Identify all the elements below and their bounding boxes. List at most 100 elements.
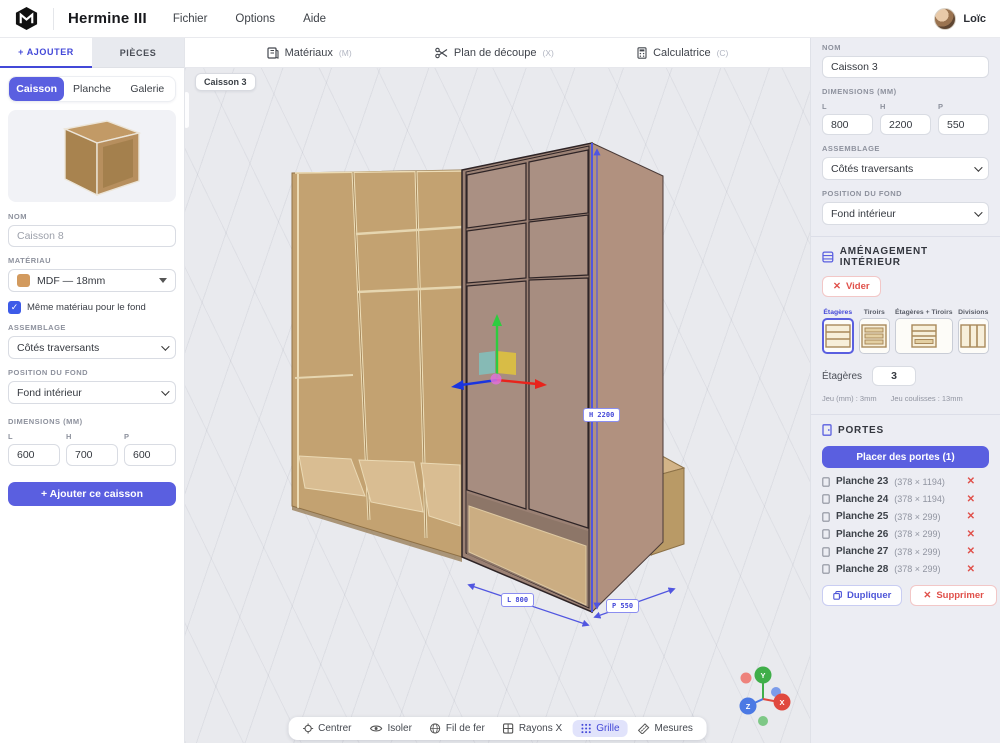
meme-materiau-checkbox[interactable]: ✓ [8, 301, 21, 314]
axes-gizmo[interactable]: Y Z X [740, 667, 791, 727]
segment-caisson[interactable]: Caisson [9, 77, 64, 101]
avatar[interactable] [934, 8, 956, 30]
calculatrice-button[interactable]: Calculatrice (C) [637, 47, 728, 59]
menu-options[interactable]: Options [235, 13, 275, 25]
caisson-preview-box [27, 113, 157, 199]
rp-assemblage-label: ASSEMBLAGE [822, 144, 989, 153]
jeu-coulisses-text: Jeu coulisses : 13mm [891, 394, 963, 403]
viewport-column: Matériaux (M) Plan de découpe (X) [185, 38, 810, 743]
dim-l-label: L [8, 432, 60, 441]
porte-list-item[interactable]: Planche 24 (378 × 1194) ✕ [822, 492, 989, 508]
dupliquer-button[interactable]: Dupliquer [822, 585, 902, 606]
rp-fond-label: POSITION DU FOND [822, 189, 989, 198]
isoler-label: Isoler [387, 723, 411, 734]
remove-porte-icon[interactable]: ✕ [967, 511, 989, 522]
layout-card-divisions[interactable]: Divisions [958, 309, 990, 354]
rp-assemblage-value: Côtés traversants [831, 163, 913, 175]
ajouter-caisson-button[interactable]: + Ajouter ce caisson [8, 482, 176, 506]
xray-grid-icon [503, 723, 514, 734]
remove-porte-icon[interactable]: ✕ [967, 546, 989, 557]
porte-list-item[interactable]: Planche 25 (378 × 299) ✕ [822, 509, 989, 525]
chevron-down-icon [161, 342, 169, 350]
app-title: Hermine III [68, 10, 147, 27]
caisson-3d-preview[interactable] [8, 110, 176, 202]
tab-ajouter[interactable]: + AJOUTER [0, 38, 92, 68]
grille-button[interactable]: Grille [572, 720, 627, 737]
remove-porte-icon[interactable]: ✕ [967, 476, 989, 487]
materiau-select[interactable]: MDF — 18mm [8, 269, 176, 292]
rp-assemblage-select[interactable]: Côtés traversants [822, 157, 989, 180]
porte-list-item[interactable]: Planche 27 (378 × 299) ✕ [822, 544, 989, 560]
nom-label: NOM [8, 212, 176, 221]
dim-pill-p: P 550 [606, 599, 639, 613]
menu-aide[interactable]: Aide [303, 13, 326, 25]
placer-portes-button[interactable]: Placer des portes (1) [822, 446, 989, 468]
right-sidebar: CAISSON NOM DIMENSIONS (MM) L H P ASSEMB… [810, 8, 1000, 743]
etageres-count-label: Étagères [822, 371, 862, 382]
mesures-label: Mesures [655, 723, 693, 734]
axis-y-label: Y [760, 671, 765, 680]
layout-card-etageres-tiroirs[interactable]: Étagères + Tiroirs [895, 309, 953, 354]
remove-porte-icon[interactable]: ✕ [967, 494, 989, 505]
meme-materiau-label: Même matériau pour le fond [27, 302, 146, 313]
materiaux-button[interactable]: Matériaux (M) [267, 47, 352, 59]
remove-porte-icon[interactable]: ✕ [967, 529, 989, 540]
remove-porte-icon[interactable]: ✕ [967, 564, 989, 575]
rp-dim-p-input[interactable] [938, 114, 989, 135]
position-fond-select[interactable]: Fond intérieur [8, 381, 176, 404]
rayons-x-button[interactable]: Rayons X [495, 720, 570, 737]
plan-decoupe-shortcut: (X) [543, 48, 554, 58]
dim-l-input[interactable] [8, 444, 60, 466]
divisions-icon [960, 324, 986, 348]
rp-dim-l-label: L [822, 102, 873, 111]
rp-dim-l-input[interactable] [822, 114, 873, 135]
vider-button[interactable]: ✕ Vider [822, 276, 881, 297]
plan-decoupe-button[interactable]: Plan de découpe (X) [435, 47, 554, 59]
menu-fichier[interactable]: Fichier [173, 13, 208, 25]
rp-dim-h-input[interactable] [880, 114, 931, 135]
chevron-down-icon [161, 387, 169, 395]
material-swatch-icon [17, 274, 30, 287]
dim-pill-l: L 800 [501, 593, 534, 607]
chevron-down-icon [974, 163, 982, 171]
tab-pieces[interactable]: PIÈCES [92, 38, 184, 68]
calculatrice-label: Calculatrice [653, 47, 710, 59]
rp-nom-label: NOM [822, 43, 989, 52]
dim-pill-h: H 2200 [583, 408, 620, 422]
eye-icon [369, 723, 382, 734]
grid-dots-icon [580, 723, 591, 734]
mesures-button[interactable]: Mesures [630, 720, 701, 737]
layout-card-etageres[interactable]: Étagères [822, 309, 854, 354]
dim-h-input[interactable] [66, 444, 118, 466]
dropdown-arrow-icon [159, 278, 167, 283]
portes-list: Planche 23 (378 × 1194) ✕ Planche 24 (37… [822, 474, 989, 577]
axis-x-label: X [779, 698, 784, 707]
dim-p-input[interactable] [124, 444, 176, 466]
porte-list-item[interactable]: Planche 23 (378 × 1194) ✕ [822, 474, 989, 490]
porte-list-item[interactable]: Planche 28 (378 × 299) ✕ [822, 562, 989, 578]
jeu-text: Jeu (mm) : 3mm [822, 394, 877, 403]
layout-card-tiroirs[interactable]: Tiroirs [859, 309, 891, 354]
nom-input[interactable] [8, 225, 176, 247]
rp-fond-select[interactable]: Fond intérieur [822, 202, 989, 225]
etageres-count-input[interactable] [872, 366, 916, 386]
segment-galerie[interactable]: Galerie [120, 77, 175, 101]
grille-label: Grille [596, 723, 619, 734]
materiaux-icon [267, 47, 279, 59]
dimensions-label: DIMENSIONS (MM) [8, 417, 176, 426]
segment-planche[interactable]: Planche [64, 77, 119, 101]
supprimer-button[interactable]: ✕ Supprimer [910, 585, 996, 606]
fil-de-fer-button[interactable]: Fil de fer [422, 720, 493, 737]
cabinet-3d-scene: Y Z X [185, 68, 810, 743]
supprimer-label: Supprimer [936, 590, 984, 601]
shelves-icon [825, 324, 851, 348]
rp-nom-input[interactable] [822, 56, 989, 78]
3d-viewport[interactable]: Caisson 3 [185, 68, 810, 743]
position-fond-label: POSITION DU FOND [8, 368, 176, 377]
assemblage-select[interactable]: Côtés traversants [8, 336, 176, 359]
vider-label: Vider [846, 281, 870, 292]
isoler-button[interactable]: Isoler [361, 720, 419, 737]
porte-list-item[interactable]: Planche 26 (378 × 299) ✕ [822, 527, 989, 543]
centrer-button[interactable]: Centrer [294, 720, 359, 737]
tan-cabinet-3d[interactable] [292, 170, 462, 562]
